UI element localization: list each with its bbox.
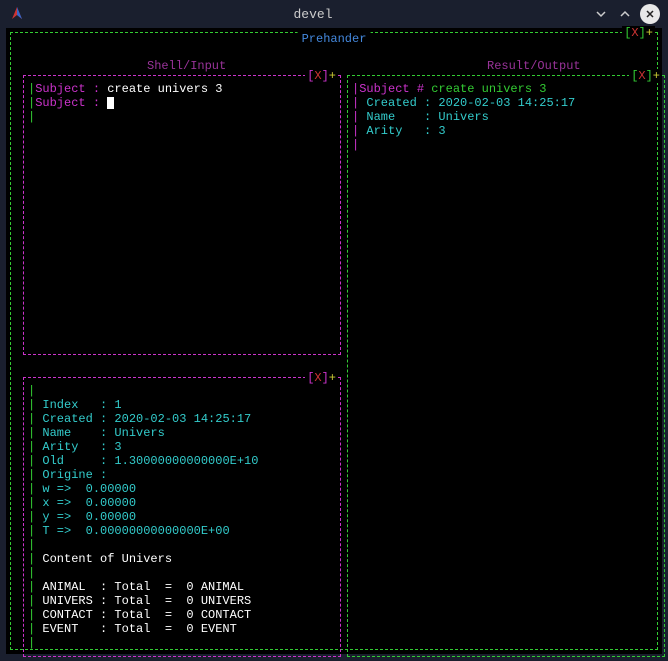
terminal: Prehander [X]+ Shell/Input Result/Output… bbox=[6, 28, 662, 654]
close-icon[interactable] bbox=[640, 4, 660, 24]
output-close-marker[interactable]: [X]+ bbox=[629, 69, 662, 83]
shell-content[interactable]: |Subject : create univers 3 |Subject : | bbox=[24, 76, 340, 130]
shell-input-box[interactable]: [X]+ |Subject : create univers 3 |Subjec… bbox=[23, 75, 341, 355]
outer-close-marker[interactable]: [X]+ bbox=[622, 26, 655, 40]
shell-panel-title: Shell/Input bbox=[143, 59, 230, 73]
window-controls bbox=[592, 4, 660, 24]
titlebar: devel bbox=[0, 0, 668, 28]
text-cursor bbox=[107, 97, 114, 109]
detail-box: [X]+ | | Index : 1 | Created : 2020-02-0… bbox=[23, 377, 341, 657]
chevron-down-icon[interactable] bbox=[592, 5, 610, 23]
detail-content: | | Index : 1 | Created : 2020-02-03 14:… bbox=[24, 378, 340, 656]
detail-close-marker[interactable]: [X]+ bbox=[305, 371, 338, 385]
window-title: devel bbox=[34, 7, 592, 22]
app-logo-icon bbox=[8, 5, 26, 23]
shell-close-marker[interactable]: [X]+ bbox=[305, 69, 338, 83]
output-panel-title: Result/Output bbox=[483, 59, 585, 73]
outer-frame-title: Prehander bbox=[298, 32, 371, 46]
chevron-up-icon[interactable] bbox=[616, 5, 634, 23]
output-content: |Subject # create univers 3 | Created : … bbox=[348, 76, 664, 158]
outer-frame: Prehander [X]+ Shell/Input Result/Output… bbox=[10, 32, 658, 650]
result-output-box: [X]+ |Subject # create univers 3 | Creat… bbox=[347, 75, 665, 657]
